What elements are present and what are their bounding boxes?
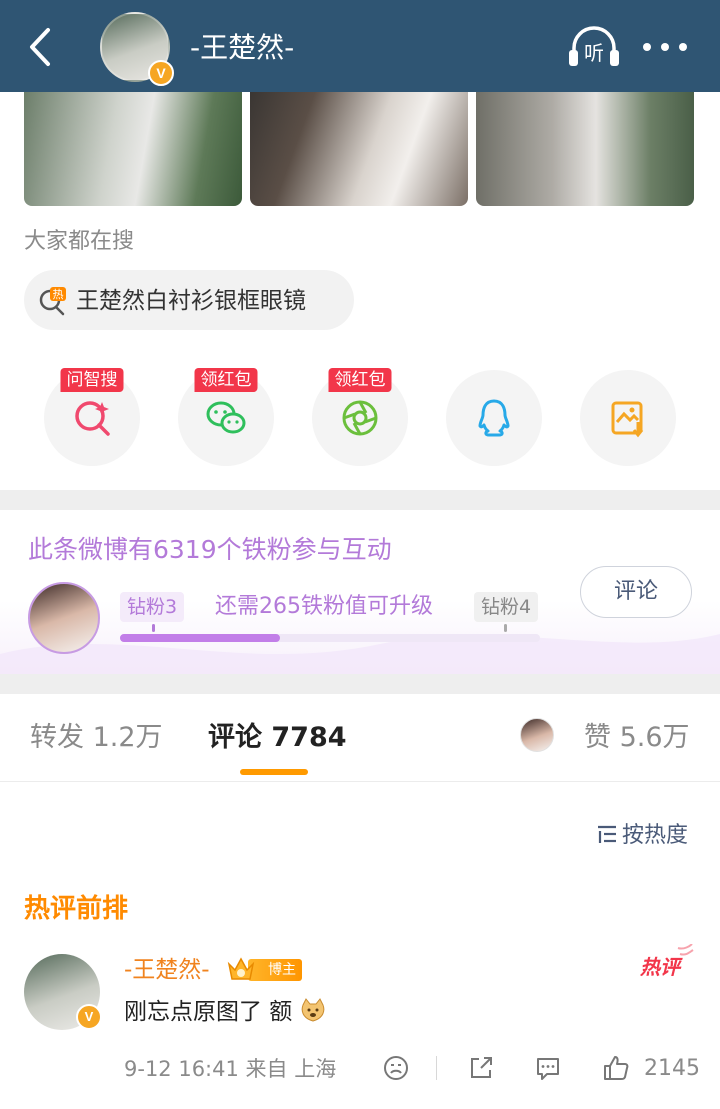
save-image-icon: [611, 401, 644, 438]
comment-icon: [537, 1058, 559, 1080]
section-divider: [0, 490, 720, 510]
hot-search-icon: 热: [39, 287, 66, 316]
sort-label: 按热度: [622, 823, 689, 848]
active-tab-indicator: [240, 769, 308, 775]
action-divider: [436, 1056, 437, 1080]
comment-like-count: 2145: [644, 1056, 700, 1081]
fan-progress-fill: [120, 634, 280, 642]
fan-interaction-card: 此条微博有6319个铁粉参与互动 钻粉3 还需265铁粉值可升级 钻粉4 评论: [0, 510, 720, 674]
trending-search-text: 王楚然白衬衫银框眼镜: [76, 288, 306, 314]
verified-badge: V: [148, 60, 174, 86]
comment-avatar[interactable]: V: [24, 954, 102, 1030]
comment-share-button[interactable]: [467, 1054, 495, 1084]
share-tag: 问智搜: [60, 368, 124, 392]
save-image-button[interactable]: [580, 370, 676, 466]
share-moments-button[interactable]: 领红包: [312, 368, 408, 466]
author-badge-label: 博主: [248, 959, 302, 981]
share-ai-search-button[interactable]: 问智搜: [44, 368, 140, 466]
comment-like-button[interactable]: [602, 1054, 630, 1084]
comment-verified-badge: V: [76, 1004, 102, 1030]
share-qq-button[interactable]: [446, 370, 542, 466]
page-title[interactable]: -王楚然-: [190, 30, 294, 66]
listen-label: 听: [584, 41, 604, 65]
back-arrow-icon[interactable]: [24, 26, 60, 68]
post-image-2[interactable]: [250, 92, 468, 206]
top-bar: V -王楚然- 听: [0, 0, 720, 92]
tab-forward[interactable]: 转发 1.2万: [30, 720, 163, 756]
more-icon[interactable]: [640, 40, 690, 54]
fan-progress-bar: [120, 634, 540, 642]
post-image-1[interactable]: [24, 92, 242, 206]
post-image-grid: [0, 92, 720, 207]
hot-comment-stamp-icon: 热评: [639, 944, 694, 979]
comment-body: 刚忘点原图了 额: [124, 999, 293, 1025]
next-fan-level: 钻粉4: [474, 592, 539, 622]
sort-icon: [598, 825, 616, 843]
hot-stamp-text: 热评: [639, 955, 683, 979]
tab-like[interactable]: 赞 5.6万: [584, 720, 690, 756]
comment-author[interactable]: -王楚然-: [124, 955, 210, 985]
ai-search-icon: [75, 401, 110, 436]
trending-search-chip[interactable]: 热 王楚然白衬衫银框眼镜: [24, 270, 354, 330]
upgrade-hint: 还需265铁粉值可升级: [215, 594, 433, 619]
hot-comments-heading: 热评前排: [24, 894, 129, 924]
share-tag: 领红包: [328, 368, 392, 392]
level-tick-current: [152, 624, 155, 632]
share-wechat-button[interactable]: 领红包: [178, 368, 274, 466]
sort-toggle[interactable]: 按热度: [596, 822, 688, 850]
share-icon: [471, 1057, 492, 1078]
wechat-icon: [206, 401, 246, 434]
decorative-wave: [0, 634, 720, 674]
profile-avatar[interactable]: V: [100, 12, 174, 86]
level-tick-next: [504, 624, 507, 632]
crown-icon: [227, 957, 255, 980]
share-tag: 领红包: [194, 368, 258, 392]
trending-search-heading: 大家都在搜: [24, 229, 135, 254]
post-image-3[interactable]: [476, 92, 694, 206]
fan-comment-button[interactable]: 评论: [580, 566, 692, 618]
comment-text: 刚忘点原图了 额: [124, 996, 326, 1028]
fan-user-avatar[interactable]: [28, 582, 100, 654]
comment-dislike-button[interactable]: [382, 1054, 410, 1084]
comment-meta: 9-12 16:41 来自 上海: [124, 1057, 337, 1081]
interaction-tabs: 转发 1.2万 评论 7784 赞 5.6万: [0, 694, 720, 782]
section-divider: [0, 674, 720, 694]
current-fan-level: 钻粉3: [120, 592, 185, 622]
tab-comment[interactable]: 评论 7784: [208, 720, 347, 756]
hot-badge-text: 热: [53, 288, 64, 301]
fan-count-title: 此条微博有6319个铁粉参与互动: [28, 535, 392, 564]
listen-headphones-icon[interactable]: 听: [566, 22, 622, 72]
doge-emoji-icon: [301, 998, 324, 1022]
qq-icon: [478, 399, 510, 437]
thumbs-up-icon: [604, 1056, 629, 1080]
liker-avatar: [520, 718, 554, 752]
moments-icon: [342, 400, 378, 436]
frown-face-icon: [384, 1056, 408, 1080]
author-badge: 博主: [226, 955, 302, 983]
comment-reply-button[interactable]: [534, 1054, 562, 1084]
